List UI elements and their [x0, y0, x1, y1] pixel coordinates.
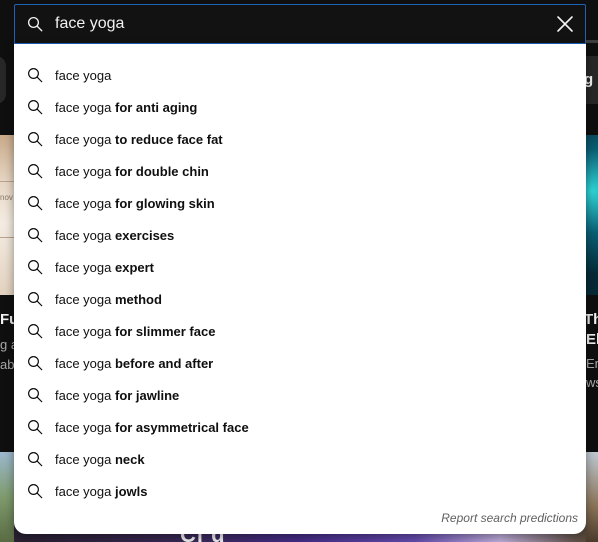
suggestion-item[interactable]: face yoga exercises: [14, 219, 586, 251]
suggestion-completion-part: to reduce face fat: [111, 132, 223, 147]
search-box[interactable]: [14, 4, 586, 44]
search-icon: [28, 484, 43, 499]
search-icon: [28, 388, 43, 403]
suggestion-query-part: face yoga: [55, 452, 112, 467]
report-search-predictions-link[interactable]: Report search predictions: [441, 511, 578, 525]
suggestion-text: face yoga neck: [55, 451, 145, 468]
search-icon: [28, 68, 43, 83]
suggestion-item[interactable]: face yoga neck: [14, 443, 586, 475]
suggestion-text: face yoga for jawline: [55, 387, 179, 404]
suggestion-query-part: face yoga: [55, 324, 112, 339]
suggestion-query-part: face yoga: [55, 196, 112, 211]
search-icon: [28, 324, 43, 339]
suggestion-item[interactable]: face yoga for glowing skin: [14, 187, 586, 219]
suggestion-list: face yoga face yoga for anti aging face yo…: [14, 59, 586, 507]
suggestion-text: face yoga exercises: [55, 227, 174, 244]
suggestion-text: face yoga for double chin: [55, 163, 209, 180]
close-icon[interactable]: [553, 12, 577, 36]
suggestion-item[interactable]: face yoga: [14, 59, 586, 91]
suggestion-completion-part: expert: [111, 260, 155, 275]
suggestion-item[interactable]: face yoga for jawline: [14, 379, 586, 411]
suggestion-text: face yoga jowls: [55, 483, 148, 500]
suggestion-text: face yoga method: [55, 291, 162, 308]
suggestion-query-part: face yoga: [55, 100, 112, 115]
suggestion-completion-part: neck: [111, 452, 145, 467]
search-icon: [28, 164, 43, 179]
suggestion-text: face yoga: [55, 67, 111, 84]
suggestion-item[interactable]: face yoga for double chin: [14, 155, 586, 187]
video-channel-right[interactable]: En: [586, 355, 598, 373]
search-icon: [28, 100, 43, 115]
suggestion-item[interactable]: face yoga for slimmer face: [14, 315, 586, 347]
suggestion-completion-part: before and after: [111, 356, 214, 371]
search-icon: [28, 452, 43, 467]
suggestion-completion-part: for asymmetrical face: [111, 420, 249, 435]
suggestion-completion-part: for anti aging: [111, 100, 198, 115]
suggestion-query-part: face yoga: [55, 260, 112, 275]
masthead-divider: [585, 40, 598, 43]
search-icon: [27, 16, 43, 32]
search-icon: [28, 228, 43, 243]
suggestion-completion-part: for jawline: [111, 388, 180, 403]
filter-chip-left[interactable]: [0, 56, 6, 104]
video-thumbnail-bottom-right[interactable]: [586, 452, 598, 542]
video-thumbnail-right[interactable]: [586, 135, 598, 295]
search-icon: [28, 132, 43, 147]
suggestion-query-part: face yoga: [55, 68, 112, 83]
thumbnail-line: [0, 237, 14, 238]
suggestion-query-part: face yoga: [55, 132, 112, 147]
suggestion-query-part: face yoga: [55, 388, 112, 403]
suggestion-item[interactable]: face yoga for anti aging: [14, 91, 586, 123]
suggestion-completion-part: method: [111, 292, 162, 307]
thumbnail-text: nov: [0, 193, 13, 202]
video-title-right-line2[interactable]: El: [586, 330, 598, 350]
suggestion-text: face yoga for slimmer face: [55, 323, 215, 340]
suggestion-query-part: face yoga: [55, 420, 112, 435]
suggestion-item[interactable]: face yoga method: [14, 283, 586, 315]
video-thumbnail-bottom-left[interactable]: [0, 452, 14, 542]
suggestion-item[interactable]: face yoga jowls: [14, 475, 586, 507]
video-meta-left: ab: [0, 357, 15, 372]
search-icon: [28, 356, 43, 371]
suggestion-completion-part: for slimmer face: [111, 324, 216, 339]
suggestion-query-part: face yoga: [55, 228, 112, 243]
suggestion-text: face yoga for glowing skin: [55, 195, 215, 212]
suggestion-text: face yoga to reduce face fat: [55, 131, 223, 148]
suggestion-query-part: face yoga: [55, 356, 112, 371]
suggestion-text: face yoga before and after: [55, 355, 213, 372]
suggestion-completion-part: jowls: [111, 484, 148, 499]
suggestion-item[interactable]: face yoga expert: [14, 251, 586, 283]
suggestion-item[interactable]: face yoga before and after: [14, 347, 586, 379]
search-icon: [28, 196, 43, 211]
search-input[interactable]: [55, 11, 535, 37]
suggestion-completion-part: exercises: [111, 228, 175, 243]
suggestion-completion-part: for glowing skin: [111, 196, 215, 211]
search-icon: [28, 260, 43, 275]
video-thumbnail-left[interactable]: nov: [0, 135, 14, 295]
suggestion-query-part: face yoga: [55, 164, 112, 179]
video-title-right-line1[interactable]: Tha: [584, 310, 598, 330]
suggestion-text: face yoga expert: [55, 259, 154, 276]
suggestion-text: face yoga for asymmetrical face: [55, 419, 249, 436]
search-suggestions-dropdown: face yoga face yoga for anti aging face yo…: [14, 44, 586, 534]
suggestion-query-part: face yoga: [55, 292, 112, 307]
search-icon: [28, 420, 43, 435]
suggestion-text: face yoga for anti aging: [55, 99, 197, 116]
search-icon: [28, 292, 43, 307]
suggestion-item[interactable]: face yoga to reduce face fat: [14, 123, 586, 155]
suggestion-completion-part: for double chin: [111, 164, 209, 179]
suggestion-query-part: face yoga: [55, 484, 112, 499]
thumbnail-line: [0, 181, 14, 182]
video-meta-right: ws: [586, 375, 598, 390]
suggestion-item[interactable]: face yoga for asymmetrical face: [14, 411, 586, 443]
